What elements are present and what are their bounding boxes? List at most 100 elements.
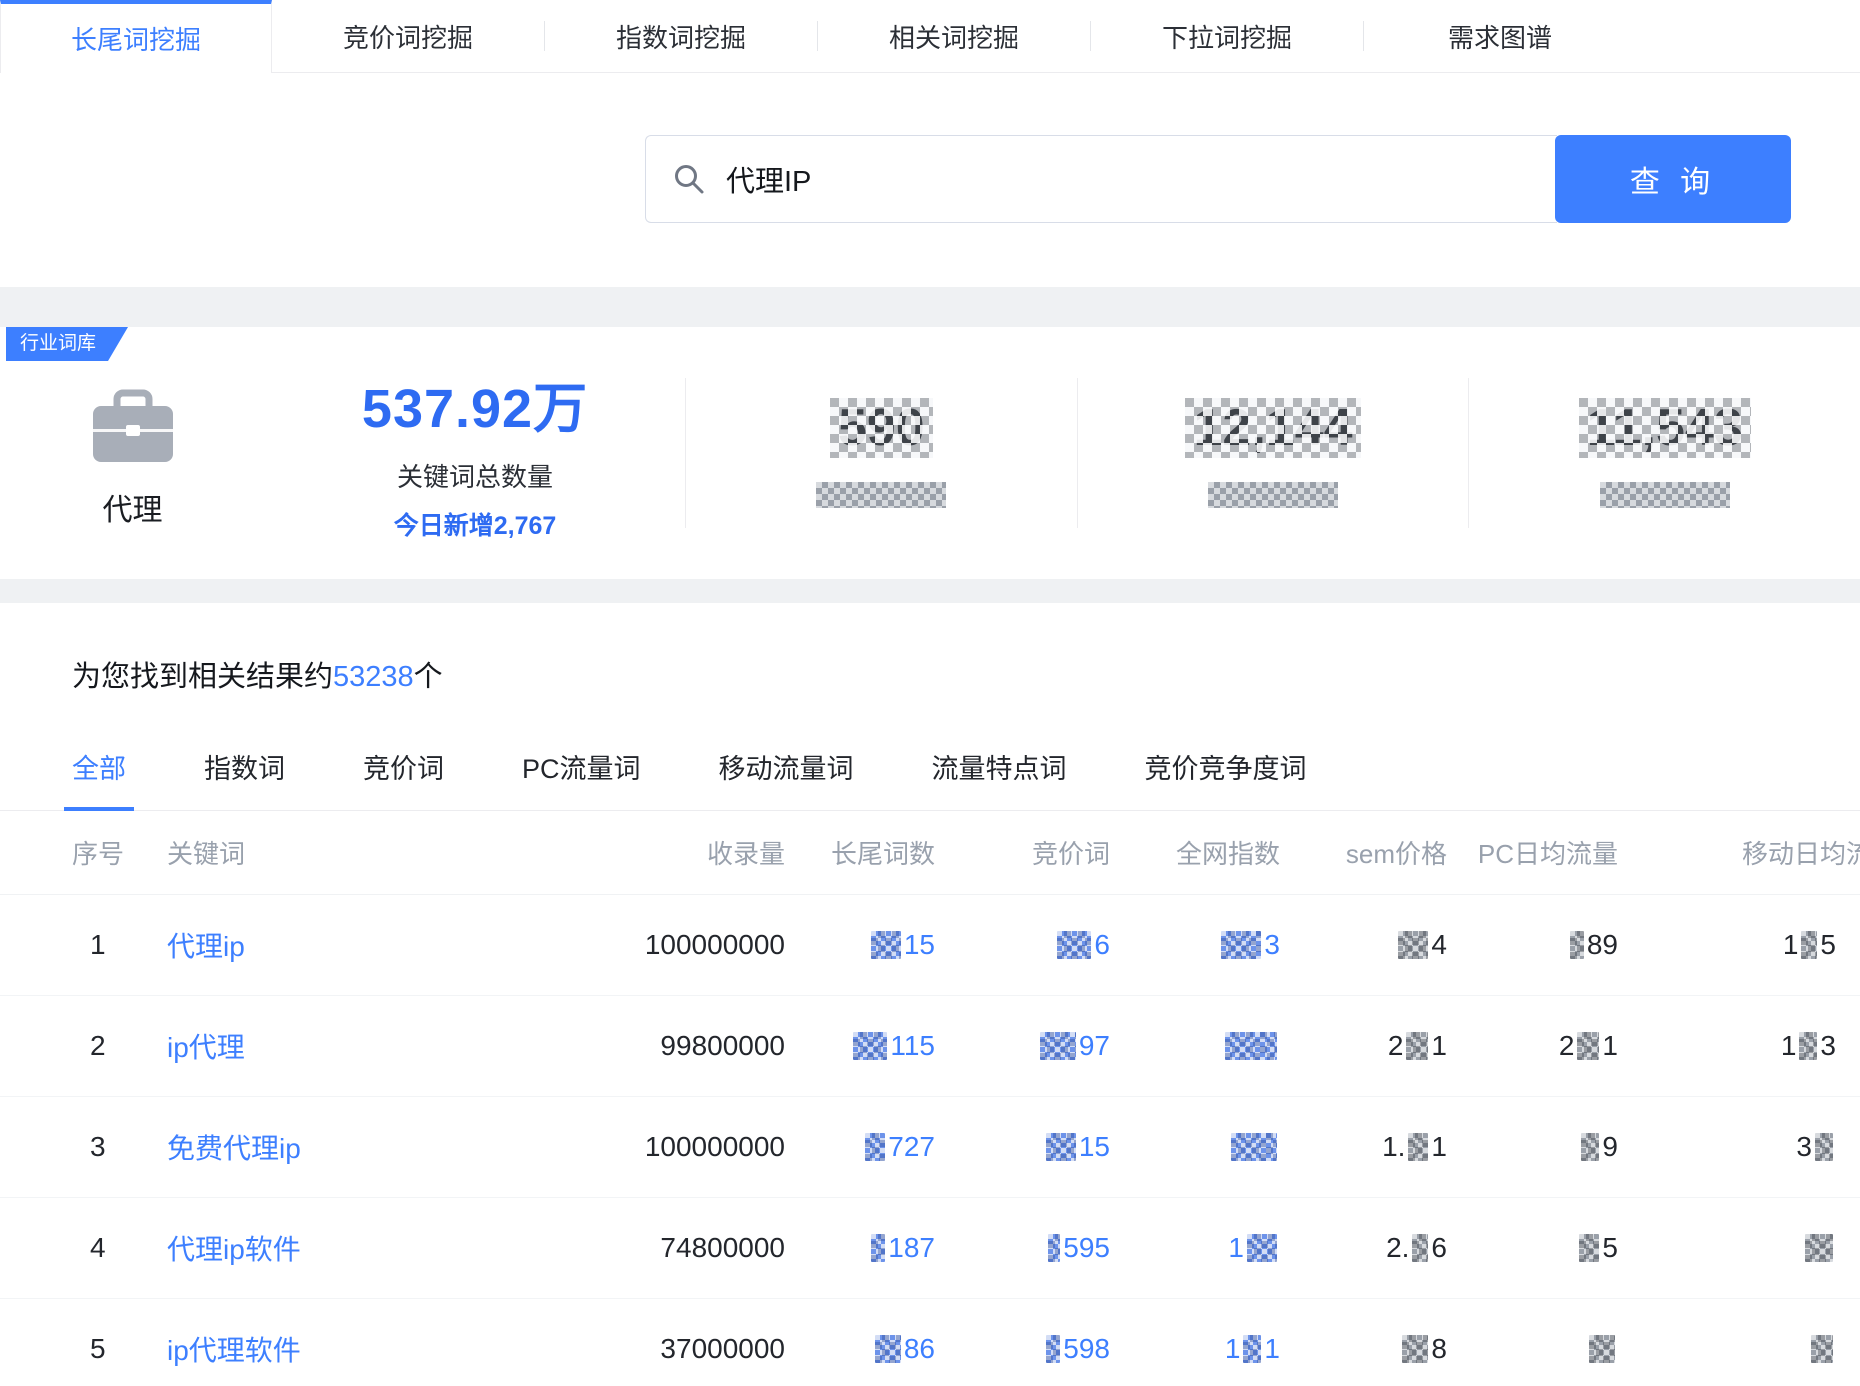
nav-tab-3[interactable]: 指数词挖掘 [545,0,817,72]
search-input[interactable] [724,162,1531,197]
cell-mobile-traffic: 13 [1618,1030,1860,1062]
cell-keyword: ip代理 [167,1026,545,1066]
cell-net-index [1110,1030,1280,1062]
cell-pc-traffic: 9 [1447,1131,1618,1163]
mosaic-redaction [871,1234,885,1262]
mosaic-redaction [1799,1032,1817,1060]
cell-net-index: 3 [1110,929,1280,961]
page: 长尾词挖掘竞价词挖掘指数词挖掘相关词挖掘下拉词挖掘需求图谱 查 询 行业词库 [0,0,1860,1386]
mosaic-redaction [1046,1335,1060,1363]
cell-keyword: 代理ip软件 [167,1228,545,1268]
table-row: 2ip代理9980000011597212113 [0,996,1860,1097]
search-field [645,135,1557,223]
mosaic-redaction [830,398,933,458]
redacted-stat-value: 590 [838,398,925,458]
cell-net-index: 11 [1110,1333,1280,1365]
cell-keyword: 代理ip [167,925,545,965]
cell-bid-words: 595 [935,1232,1110,1264]
nav-tab-5[interactable]: 下拉词挖掘 [1091,0,1363,72]
top-card: 长尾词挖掘竞价词挖掘指数词挖掘相关词挖掘下拉词挖掘需求图谱 查 询 [0,0,1860,287]
cell-pc-traffic: 89 [1447,929,1618,961]
summary-prefix: 为您找到相关结果约 [72,661,333,693]
filter-tab-3[interactable]: 竞价词 [363,747,444,810]
mosaic-redaction [1801,931,1817,959]
mosaic-redaction [875,1335,901,1363]
cell-longtail-count: 187 [785,1232,935,1264]
cell-longtail-count: 115 [785,1030,935,1062]
industry-column: 代理 [0,388,265,529]
cell-sem-price: 4 [1280,929,1447,961]
mosaic-redaction [1402,1335,1428,1363]
col-header-7: sem价格 [1280,834,1447,871]
mosaic-redaction [1579,398,1751,458]
cell-net-index [1110,1131,1280,1163]
col-header-6: 全网指数 [1110,834,1280,871]
cell-collection: 37000000 [545,1333,785,1365]
filter-tab-1[interactable]: 全部 [72,747,126,810]
keyword-total-label: 关键词总数量 [265,457,685,494]
mosaic-redaction [1247,1234,1277,1262]
table-row: 1代理ip100000000156348915 [0,895,1860,996]
cell-sem-price: 8 [1280,1333,1447,1365]
cell-sem-price: 21 [1280,1030,1447,1062]
keyword-link[interactable]: 代理ip [167,931,245,962]
search-icon [672,162,706,196]
nav-tab-4[interactable]: 相关词挖掘 [818,0,1090,72]
cell-longtail-count: 727 [785,1131,935,1163]
mosaic-redaction [853,1032,887,1060]
search-box: 查 询 [645,135,1791,223]
mosaic-redaction [1057,931,1091,959]
cell-bid-words: 97 [935,1030,1110,1062]
redacted-stat-columns: 59012,14411,543 [686,327,1860,579]
cell-sem-price: 2.6 [1280,1232,1447,1264]
results-card: 为您找到相关结果约53238个 全部 指数词 竞价词 PC流量词 移动流量词 流量特点词 竞… [0,603,1860,1386]
results-summary: 为您找到相关结果约53238个 [72,653,1860,695]
mosaic-redaction [1589,1335,1615,1363]
table-row: 5ip代理软件3700000086598118 [0,1299,1860,1386]
mosaic-redaction [1579,1234,1599,1262]
table-body: 1代理ip1000000001563489152ip代理998000001159… [0,895,1860,1386]
col-header-8: PC日均流量 [1447,834,1618,871]
search-button[interactable]: 查 询 [1555,135,1791,223]
cell-collection: 100000000 [545,929,785,961]
keyword-link[interactable]: ip代理软件 [167,1335,301,1366]
filter-tab-7[interactable]: 竞价竞争度词 [1145,747,1307,810]
mosaic-redaction [1040,1032,1076,1060]
today-new-label: 今日新增 [394,512,494,540]
cell-collection: 74800000 [545,1232,785,1264]
filter-tab-4[interactable]: PC流量词 [522,747,641,810]
filter-tabs: 全部 指数词 竞价词 PC流量词 移动流量词 流量特点词 竞价竞争度词 [0,747,1860,811]
filter-tab-5[interactable]: 移动流量词 [719,747,854,810]
nav-tab-1[interactable]: 长尾词挖掘 [0,0,272,73]
redacted-stat-label [816,482,946,508]
briefcase-icon [89,388,177,471]
today-new-value: 2,767 [494,512,557,540]
mosaic-redaction [1581,1133,1599,1161]
cell-keyword: 免费代理ip [167,1127,545,1167]
cell-index: 1 [72,929,167,961]
mosaic-redaction [1811,1335,1833,1363]
mosaic-redaction [865,1133,885,1161]
mosaic-redaction [1577,1032,1599,1060]
filter-tab-6[interactable]: 流量特点词 [932,747,1067,810]
cell-index: 3 [72,1131,167,1163]
nav-tab-2[interactable]: 竞价词挖掘 [272,0,544,72]
col-header-3: 收录量 [545,834,785,871]
filter-tab-2[interactable]: 指数词 [204,747,285,810]
keyword-link[interactable]: 代理ip软件 [167,1234,301,1265]
redacted-stat-label [1208,482,1338,508]
cell-sem-price: 1.1 [1280,1131,1447,1163]
mosaic-redaction [1185,398,1360,458]
mosaic-redaction [1048,1234,1060,1262]
mosaic-redaction [1231,1133,1277,1161]
keyword-link[interactable]: 免费代理ip [167,1133,301,1164]
cell-pc-traffic: 5 [1447,1232,1618,1264]
keyword-link[interactable]: ip代理 [167,1032,245,1063]
table-row: 4代理ip软件7480000018759512.65 [0,1198,1860,1299]
cell-bid-words: 6 [935,929,1110,961]
mosaic-redaction [1406,1032,1428,1060]
redacted-stat: 590 [686,398,1077,508]
mosaic-redaction [1408,1133,1428,1161]
nav-tab-6[interactable]: 需求图谱 [1364,0,1636,72]
mosaic-redaction [871,931,901,959]
